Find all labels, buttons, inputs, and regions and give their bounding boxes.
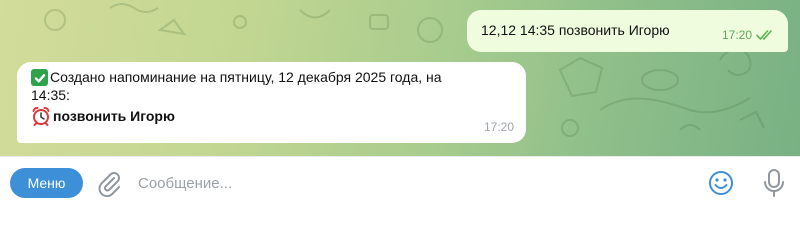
reminder-created-text: Создано напоминание на пятницу, 12 декаб… [50, 69, 442, 85]
outgoing-message-meta: 17:20 [722, 26, 776, 44]
menu-button[interactable]: Меню [10, 168, 83, 198]
incoming-message-line2: 14:35: [31, 86, 514, 104]
message-input[interactable] [138, 170, 698, 196]
outgoing-message-text: 12,12 14:35 позвонить Игорю [481, 22, 670, 38]
double-check-icon [756, 30, 772, 40]
reminder-task-text: позвонить Игорю [53, 108, 175, 124]
emoji-icon[interactable] [707, 169, 735, 197]
incoming-message-line3: позвонить Игорю [31, 106, 514, 126]
paperclip-icon[interactable] [95, 169, 123, 197]
incoming-message-line1: Создано напоминание на пятницу, 12 декаб… [31, 68, 514, 86]
outgoing-message[interactable]: 12,12 14:35 позвонить Игорю 17:20 [467, 10, 788, 52]
chat-area: 12,12 14:35 позвонить Игорю 17:20 Создан… [0, 0, 800, 156]
alarm-clock-icon [32, 107, 50, 126]
outgoing-message-time: 17:20 [721, 28, 752, 42]
check-mark-icon [31, 69, 48, 86]
incoming-message-time: 17:20 [483, 120, 514, 134]
message-composer: Меню [0, 156, 800, 207]
reminder-time-text: 14:35: [31, 87, 70, 103]
microphone-icon[interactable] [762, 168, 786, 198]
incoming-message[interactable]: Создано напоминание на пятницу, 12 декаб… [17, 62, 526, 143]
